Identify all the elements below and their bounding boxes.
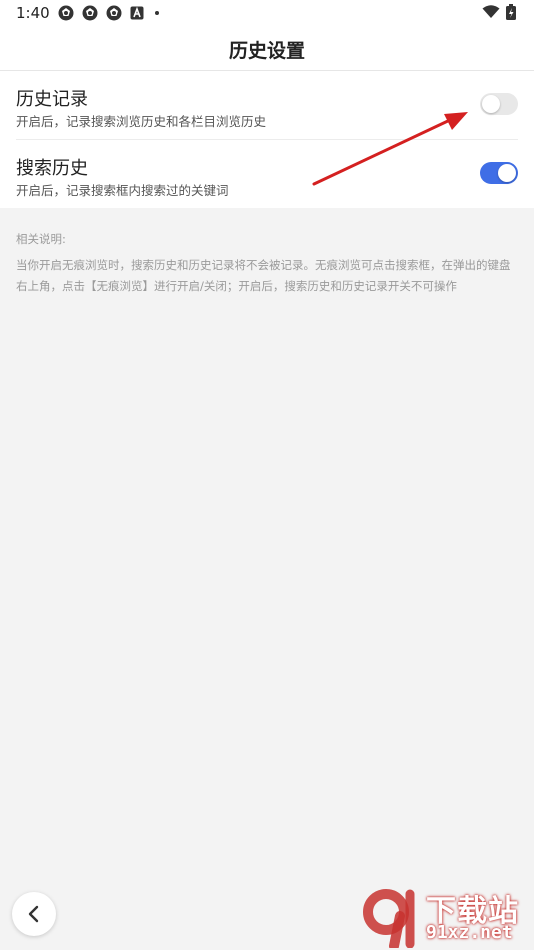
search-history-toggle[interactable] (480, 162, 518, 184)
toggle-knob (482, 95, 500, 113)
notes-text: 当你开启无痕浏览时，搜索历史和历史记录将不会被记录。无痕浏览可点击搜索框，在弹出… (16, 258, 511, 293)
aperture-icon (82, 5, 98, 21)
history-toggle[interactable] (480, 93, 518, 115)
status-time: 1:40 (16, 4, 50, 22)
watermark-logo-icon (363, 889, 415, 948)
dot-icon (155, 11, 159, 15)
setting-description: 开启后，记录搜索浏览历史和各栏目浏览历史 (16, 114, 267, 129)
back-button[interactable] (12, 892, 56, 936)
wifi-icon (482, 5, 500, 18)
status-bar: 1:40 (0, 0, 534, 26)
system-icons (482, 4, 516, 20)
watermark-url: 91xz.net (426, 922, 513, 943)
toggle-knob (498, 164, 516, 182)
chevron-left-icon (28, 905, 39, 923)
notification-icons (58, 5, 162, 21)
setting-description: 开启后，记录搜索框内搜索过的关键词 (16, 183, 229, 198)
setting-title: 搜索历史 (16, 158, 88, 179)
annotation-arrow-icon (312, 112, 468, 186)
watermark: 下载站 91xz.net (360, 886, 534, 950)
notes-label: 相关说明: (16, 232, 66, 246)
aperture-icon (58, 5, 74, 21)
title-bar: 历史设置 (0, 26, 534, 71)
aperture-icon (106, 5, 122, 21)
setting-title: 历史记录 (16, 89, 88, 110)
page-title: 历史设置 (228, 40, 305, 62)
a-box-icon (130, 6, 144, 20)
battery-icon (506, 4, 516, 20)
